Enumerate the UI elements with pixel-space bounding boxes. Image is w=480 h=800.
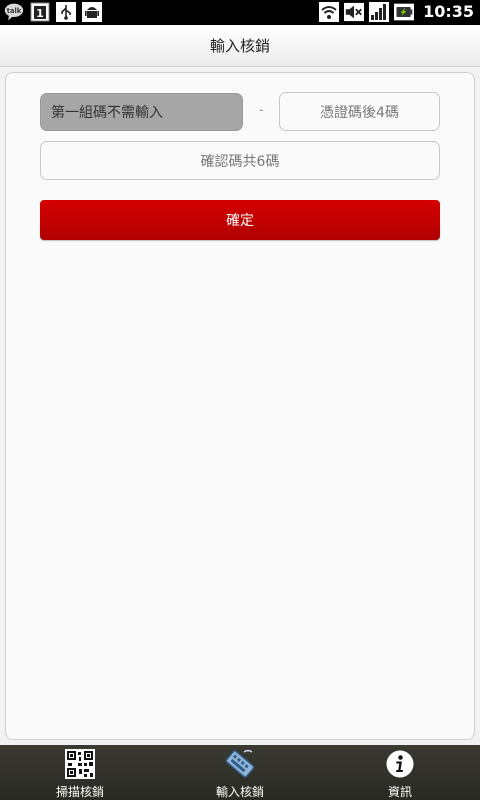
android-icon [82,2,102,22]
tab-info[interactable]: 資訊 [320,745,480,800]
signal-icon [369,2,390,22]
talk-icon: talk [4,2,24,22]
clock: 10:35 [423,2,474,21]
confirm-button[interactable]: 確定 [40,200,440,240]
bottom-tab-bar: 掃描核銷 輸入核銷 資訊 [0,745,480,800]
page-title: 輸入核銷 [209,37,270,55]
tab-label: 資訊 [387,785,412,799]
tab-scan[interactable]: 掃描核銷 [0,745,160,800]
tab-label: 輸入核銷 [215,785,264,799]
usb-icon [56,2,76,22]
title-bar: 輸入核銷 [0,25,480,67]
keyboard-icon [224,748,256,780]
first-group-input: 第一組碼不需輸入 [40,93,243,131]
verify-code-input[interactable]: 確認碼共6碼 [40,141,440,180]
notification-count-icon: 1 [30,2,50,22]
status-bar: talk 1 10:35 [0,0,480,25]
wifi-icon [319,2,340,22]
content-panel: 第一組碼不需輸入 - 憑證碼後4碼 確認碼共6碼 確定 [5,72,475,740]
battery-icon [394,2,415,22]
qr-code-icon [64,748,96,780]
mute-icon [344,2,365,22]
tab-label: 掃描核銷 [55,785,104,799]
info-icon [384,748,416,780]
svg-text:1: 1 [36,7,44,20]
svg-text:talk: talk [7,7,22,15]
separator-dash: - [259,103,264,118]
tab-manual-entry[interactable]: 輸入核銷 [160,745,320,800]
last4-code-input[interactable]: 憑證碼後4碼 [279,92,440,131]
